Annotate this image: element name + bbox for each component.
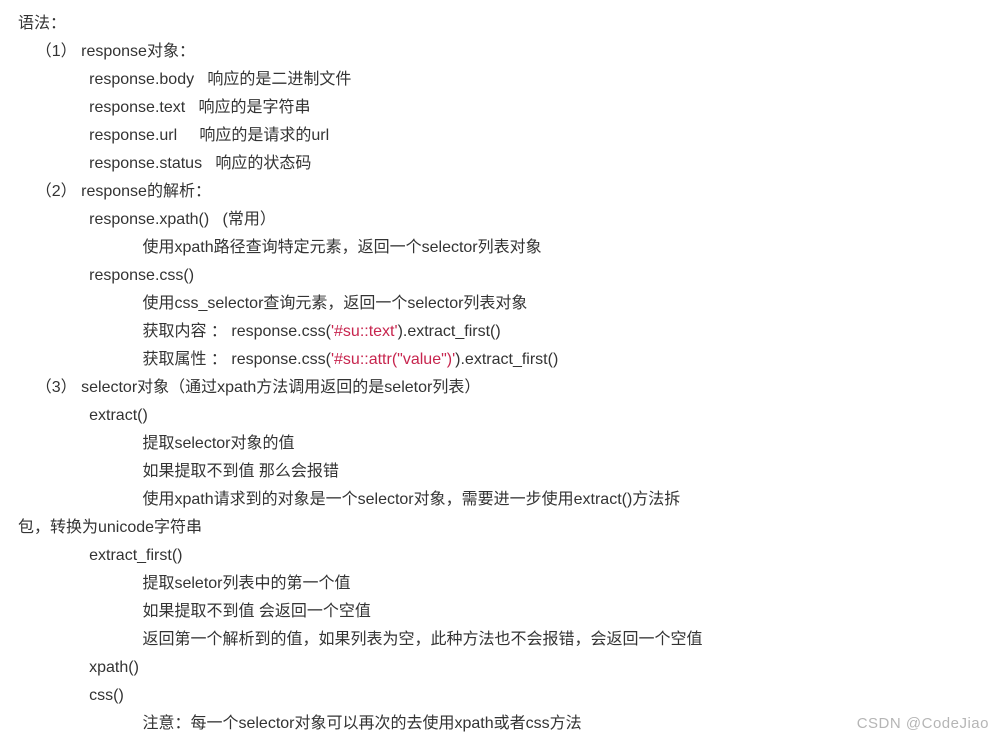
desc-string: 响应的是字符串	[185, 99, 310, 116]
section-3-header: （3） selector对象（通过xpath方法调用返回的是seletor列表）	[18, 374, 983, 402]
css-attr-prefix: 获取属性 ： response.css(	[18, 351, 331, 368]
code-response-url: response.url	[18, 127, 177, 144]
css-content-line: 获取内容 ： response.css('#su::text').extract…	[18, 318, 983, 346]
desc-status: 响应的状态码	[202, 155, 311, 172]
desc-url: 响应的是请求的url	[177, 127, 329, 144]
extract-first-line: extract_first()	[18, 542, 983, 570]
css-attr-suffix: ).extract_first()	[455, 351, 558, 368]
response-css-line: response.css()	[18, 262, 983, 290]
xpath-method-line: xpath()	[18, 654, 983, 682]
desc-binary: 响应的是二进制文件	[194, 71, 351, 88]
section-1-header: （1） response对象：	[18, 38, 983, 66]
extract-first-desc-2: 如果提取不到值 会返回一个空值	[18, 598, 983, 626]
css-desc: 使用css_selector查询元素，返回一个selector列表对象	[18, 290, 983, 318]
css-method-line: css()	[18, 682, 983, 710]
response-status-line: response.status 响应的状态码	[18, 150, 983, 178]
response-body-line: response.body 响应的是二进制文件	[18, 66, 983, 94]
code-response-status: response.status	[18, 155, 202, 172]
xpath-desc: 使用xpath路径查询特定元素，返回一个selector列表对象	[18, 234, 983, 262]
code-response-text: response.text	[18, 99, 185, 116]
extract-line: extract()	[18, 402, 983, 430]
response-url-line: response.url 响应的是请求的url	[18, 122, 983, 150]
extract-desc-1: 提取selector对象的值	[18, 430, 983, 458]
extract-desc-3: 使用xpath请求到的对象是一个selector对象，需要进一步使用extrac…	[18, 486, 983, 514]
css-content-prefix: 获取内容 ： response.css(	[18, 323, 331, 340]
response-text-line: response.text 响应的是字符串	[18, 94, 983, 122]
extract-first-desc-1: 提取seletor列表中的第一个值	[18, 570, 983, 598]
extract-first-desc-3: 返回第一个解析到的值，如果列表为空，此种方法也不会报错，会返回一个空值	[18, 626, 983, 654]
css-content-suffix: ).extract_first()	[398, 323, 501, 340]
heading-syntax: 语法：	[18, 10, 983, 38]
extract-desc-2: 如果提取不到值 那么会报错	[18, 458, 983, 486]
section-2-header: （2） response的解析：	[18, 178, 983, 206]
css-attr-string: '#su::attr("value")'	[331, 351, 455, 368]
code-response-body: response.body	[18, 71, 194, 88]
response-xpath-line: response.xpath() (常用）	[18, 206, 983, 234]
css-content-string: '#su::text'	[331, 323, 398, 340]
css-attr-line: 获取属性 ： response.css('#su::attr("value")'…	[18, 346, 983, 374]
extract-desc-4: 包，转换为unicode字符串	[18, 514, 983, 542]
note-line: 注意：每一个selector对象可以再次的去使用xpath或者css方法	[18, 710, 983, 738]
